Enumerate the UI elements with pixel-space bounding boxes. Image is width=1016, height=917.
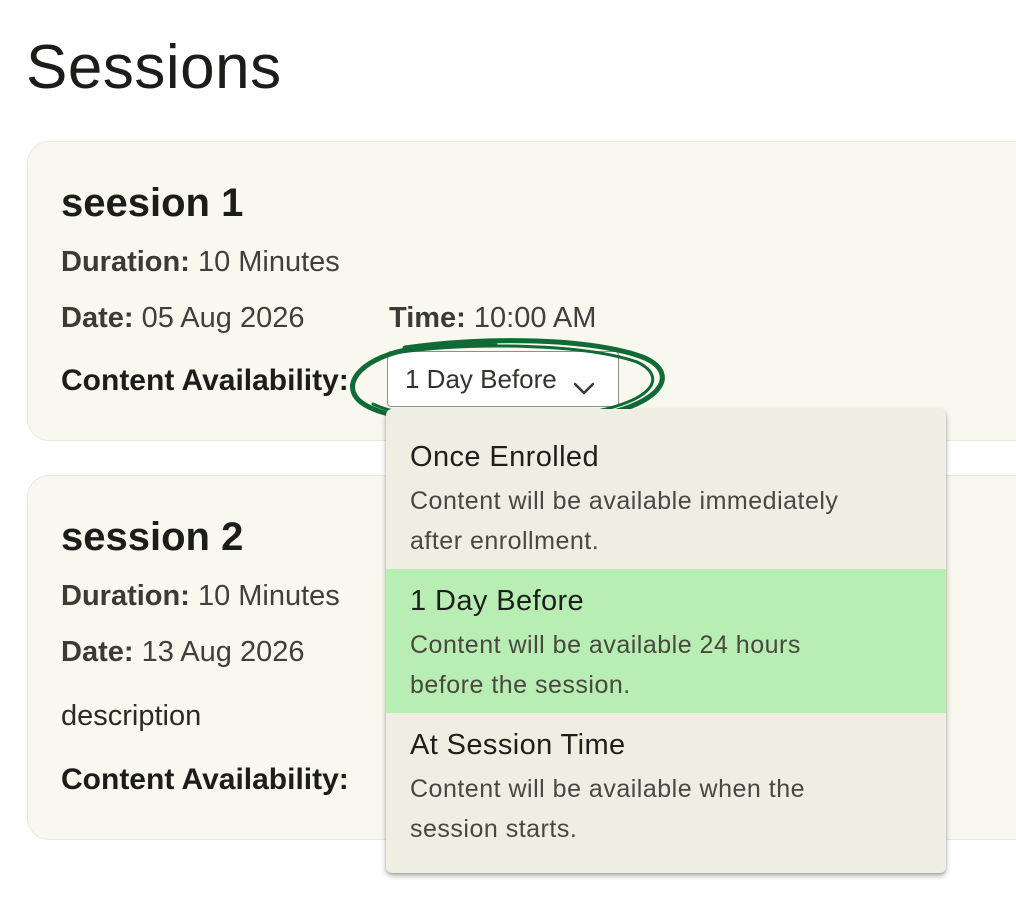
content-availability-label: Content Availability: — [61, 364, 349, 397]
option-description: Content will be available when the sessi… — [410, 769, 920, 849]
option-description: Content will be available immediately af… — [410, 481, 920, 561]
option-description: Content will be available 24 hours befor… — [410, 625, 920, 705]
session-card: seesion 1 Duration: 10 Minutes Date: 05 … — [27, 141, 1016, 441]
option-1-day-before[interactable]: 1 Day Before Content will be available 2… — [386, 569, 946, 713]
date-value: 05 Aug 2026 — [141, 302, 305, 334]
option-description-line: Content will be available when the — [410, 775, 806, 803]
session-description: description — [61, 700, 202, 732]
date-value: 13 Aug 2026 — [141, 636, 305, 668]
session-title: seesion 1 — [61, 181, 244, 225]
option-description-line: after enrollment. — [410, 527, 600, 555]
option-description-line: session starts. — [410, 815, 578, 843]
option-once-enrolled[interactable]: Once Enrolled Content will be available … — [386, 409, 946, 569]
option-title: At Session Time — [410, 729, 626, 761]
option-title: 1 Day Before — [410, 585, 585, 617]
availability-dropdown-menu: Once Enrolled Content will be available … — [386, 409, 946, 873]
option-title: Once Enrolled — [410, 441, 599, 473]
option-description-line: before the session. — [410, 671, 631, 699]
option-description-line: Content will be available 24 hours — [410, 631, 801, 659]
content-availability-select[interactable]: 1 Day Before — [387, 351, 619, 407]
duration-value: 10 Minutes — [197, 246, 340, 278]
time-label: Time: — [389, 302, 466, 334]
date-label: Date: — [61, 636, 134, 668]
session-time: Time: 10:00 AM — [389, 300, 596, 336]
session-duration: Duration: 10 Minutes — [61, 578, 340, 614]
content-availability-label: Content Availability: — [61, 763, 349, 796]
duration-value: 10 Minutes — [197, 580, 340, 612]
time-value: 10:00 AM — [473, 302, 597, 334]
session-date: Date: 13 Aug 2026 — [61, 634, 304, 670]
option-description-line: Content will be available immediately — [410, 487, 839, 515]
date-label: Date: — [61, 302, 134, 334]
select-value: 1 Day Before — [405, 363, 557, 394]
option-at-session-time[interactable]: At Session Time Content will be availabl… — [386, 713, 946, 873]
session-title: session 2 — [61, 515, 244, 559]
session-duration: Duration: 10 Minutes — [61, 244, 340, 280]
session-date: Date: 05 Aug 2026 — [61, 300, 304, 336]
duration-label: Duration: — [61, 580, 190, 612]
sessions-page: Sessions seesion 1 Duration: 10 Minutes … — [0, 0, 1016, 917]
page-title: Sessions — [26, 33, 282, 102]
chevron-down-icon — [573, 372, 595, 395]
duration-label: Duration: — [61, 246, 190, 278]
